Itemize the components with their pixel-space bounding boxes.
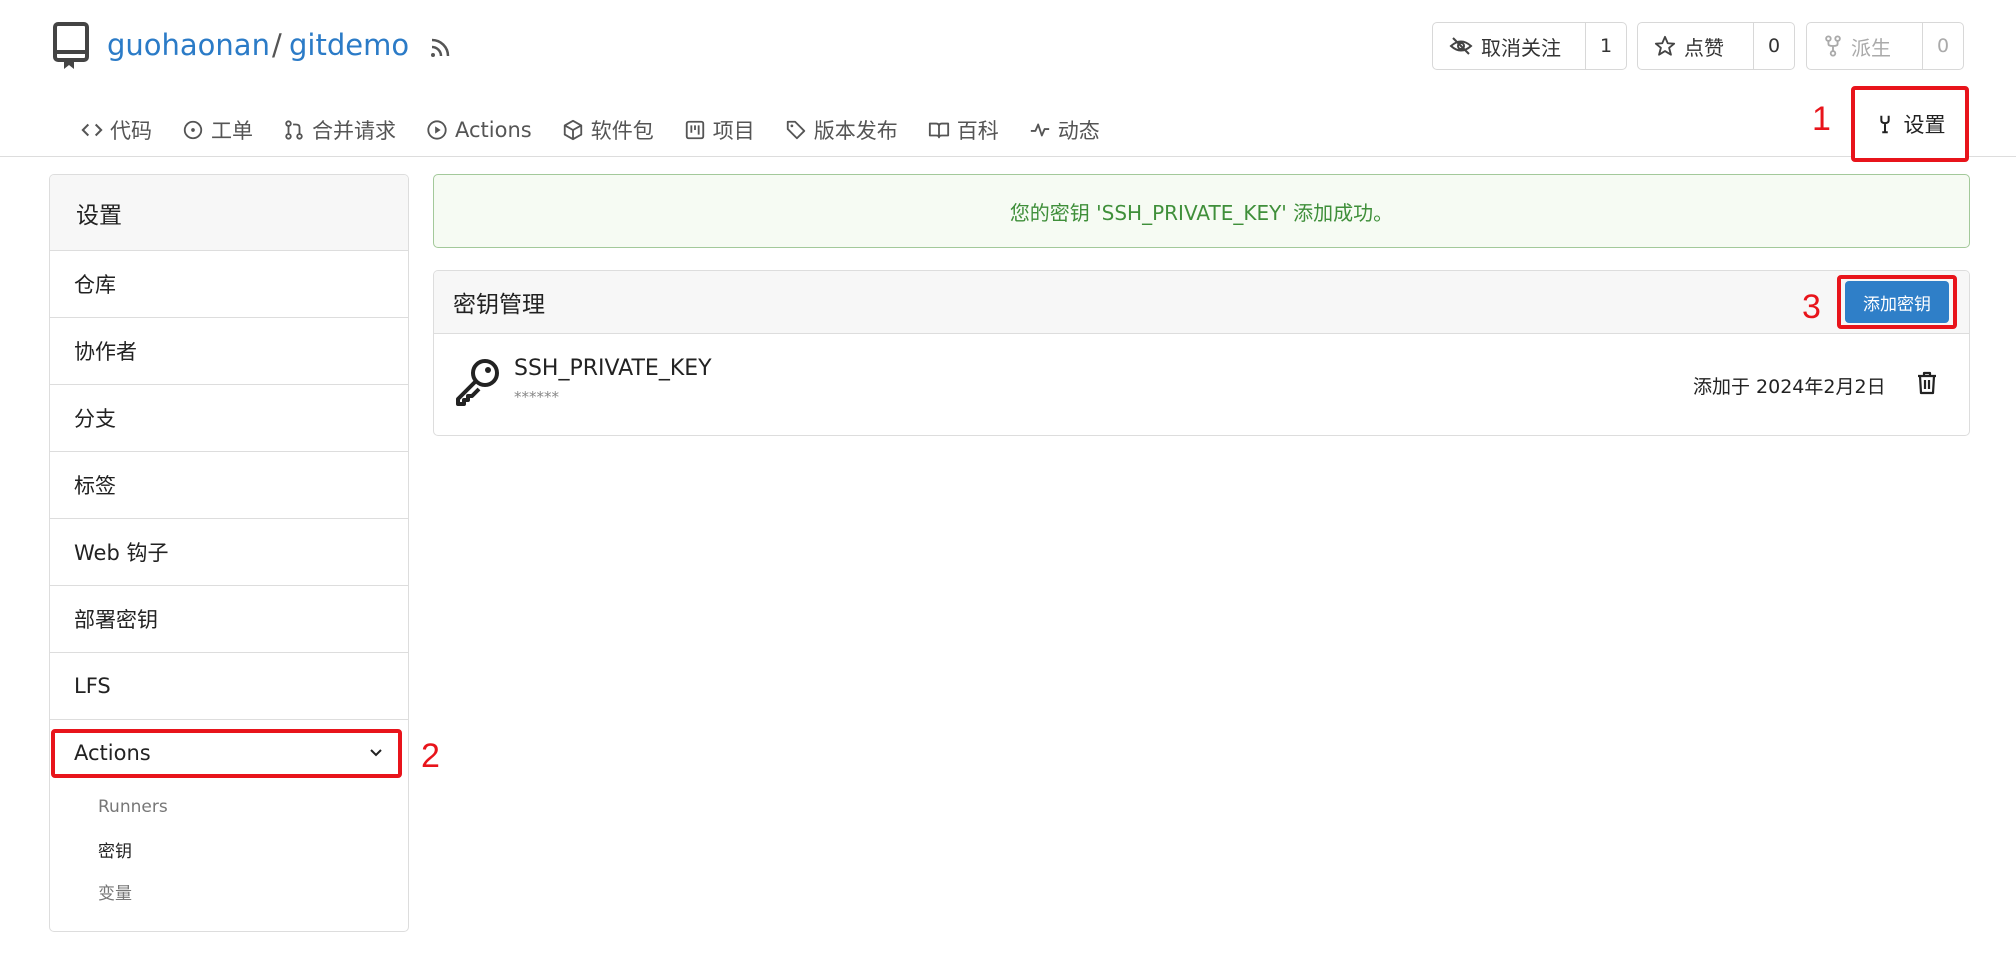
code-icon [81, 123, 103, 137]
rss-icon[interactable] [428, 36, 452, 60]
unwatch-label: 取消关注 [1481, 35, 1561, 60]
play-icon [427, 120, 447, 140]
annotation-number-3: 3 [1802, 288, 1821, 326]
pull-request-icon [285, 120, 303, 140]
star-button-group[interactable]: 点赞 0 [1637, 22, 1795, 70]
sidebar-subitem-runners[interactable]: Runners [50, 786, 408, 828]
tab-label: 动态 [1057, 119, 1100, 143]
fork-button[interactable]: 派生 [1807, 23, 1923, 69]
annotation-box-3 [1837, 275, 1957, 329]
annotation-box-2 [51, 729, 402, 778]
repo-icon [53, 22, 89, 69]
sidebar-subitem-variables[interactable]: 变量 [50, 870, 408, 912]
unwatch-button[interactable]: 取消关注 [1433, 23, 1586, 69]
tab-label: 版本发布 [813, 119, 898, 143]
tab-pull-requests[interactable]: 合并请求 [268, 110, 411, 150]
pulse-icon [1030, 123, 1049, 137]
sidebar-item-webhooks[interactable]: Web 钩子 [50, 519, 408, 586]
secret-name: SSH_PRIVATE_KEY [514, 356, 712, 381]
sidebar-item-lfs[interactable]: LFS [50, 653, 408, 720]
tab-activity[interactable]: 动态 [1014, 110, 1115, 150]
secrets-panel-title: 密钥管理 [434, 271, 1969, 334]
sidebar-item-tags[interactable]: 标签 [50, 452, 408, 519]
trash-icon[interactable] [1916, 371, 1938, 395]
fork-label: 派生 [1851, 35, 1891, 60]
header-divider [0, 156, 2016, 157]
star-icon [1654, 35, 1676, 56]
tab-projects[interactable]: 项目 [669, 110, 770, 150]
repo-tabs: 代码 工单 合并请求 Actions 软件包 项目 版本发布 百科 动态 [66, 110, 1115, 150]
secret-added-date: 添加于 2024年2月2日 [1693, 376, 1886, 398]
issue-icon [183, 120, 203, 140]
unwatch-button-group[interactable]: 取消关注 1 [1432, 22, 1627, 70]
tab-label: 百科 [956, 119, 999, 143]
tab-code[interactable]: 代码 [66, 110, 167, 150]
secret-masked-value: ****** [514, 388, 559, 406]
tab-label: 工单 [211, 119, 253, 143]
sidebar-item-repository[interactable]: 仓库 [50, 251, 408, 318]
package-icon [563, 119, 582, 141]
tab-issues[interactable]: 工单 [167, 110, 268, 150]
tab-label: Actions [455, 118, 532, 142]
repo-separator: / [272, 28, 282, 62]
tab-label: 合并请求 [312, 119, 396, 143]
settings-sidebar: 设置 仓库 协作者 分支 标签 Web 钩子 部署密钥 LFS Actions … [49, 174, 409, 932]
sidebar-title: 设置 [50, 175, 408, 251]
star-label: 点赞 [1684, 35, 1724, 60]
fork-button-group[interactable]: 派生 0 [1806, 22, 1964, 70]
watch-count[interactable]: 1 [1586, 23, 1626, 69]
fork-icon [1825, 35, 1841, 57]
key-icon [456, 359, 499, 406]
fork-count[interactable]: 0 [1923, 23, 1963, 69]
tag-icon [786, 120, 805, 140]
repo-name-link[interactable]: gitdemo [289, 28, 409, 62]
tab-actions[interactable]: Actions [411, 110, 547, 150]
sidebar-item-collaborators[interactable]: 协作者 [50, 318, 408, 385]
tab-releases[interactable]: 版本发布 [770, 110, 913, 150]
success-flash-message: 您的密钥 'SSH_PRIVATE_KEY' 添加成功。 [433, 174, 1970, 248]
tab-packages[interactable]: 软件包 [547, 110, 669, 150]
tab-label: 项目 [712, 119, 755, 143]
annotation-box-1 [1851, 86, 1969, 162]
tab-label: 软件包 [590, 119, 654, 143]
tab-wiki[interactable]: 百科 [913, 110, 1014, 150]
tab-label: 代码 [110, 119, 152, 143]
annotation-number-2: 2 [421, 737, 440, 775]
eye-closed-icon [1449, 37, 1473, 55]
star-count[interactable]: 0 [1754, 23, 1794, 69]
secrets-panel: 密钥管理 [433, 270, 1970, 436]
project-icon [685, 120, 704, 140]
sidebar-item-deploy-keys[interactable]: 部署密钥 [50, 586, 408, 653]
sidebar-subitem-secrets[interactable]: 密钥 [50, 828, 408, 870]
book-icon [928, 122, 949, 139]
annotation-number-1: 1 [1812, 100, 1831, 138]
star-button[interactable]: 点赞 [1638, 23, 1754, 69]
sidebar-item-branches[interactable]: 分支 [50, 385, 408, 452]
repo-owner-link[interactable]: guohaonan [107, 28, 270, 62]
